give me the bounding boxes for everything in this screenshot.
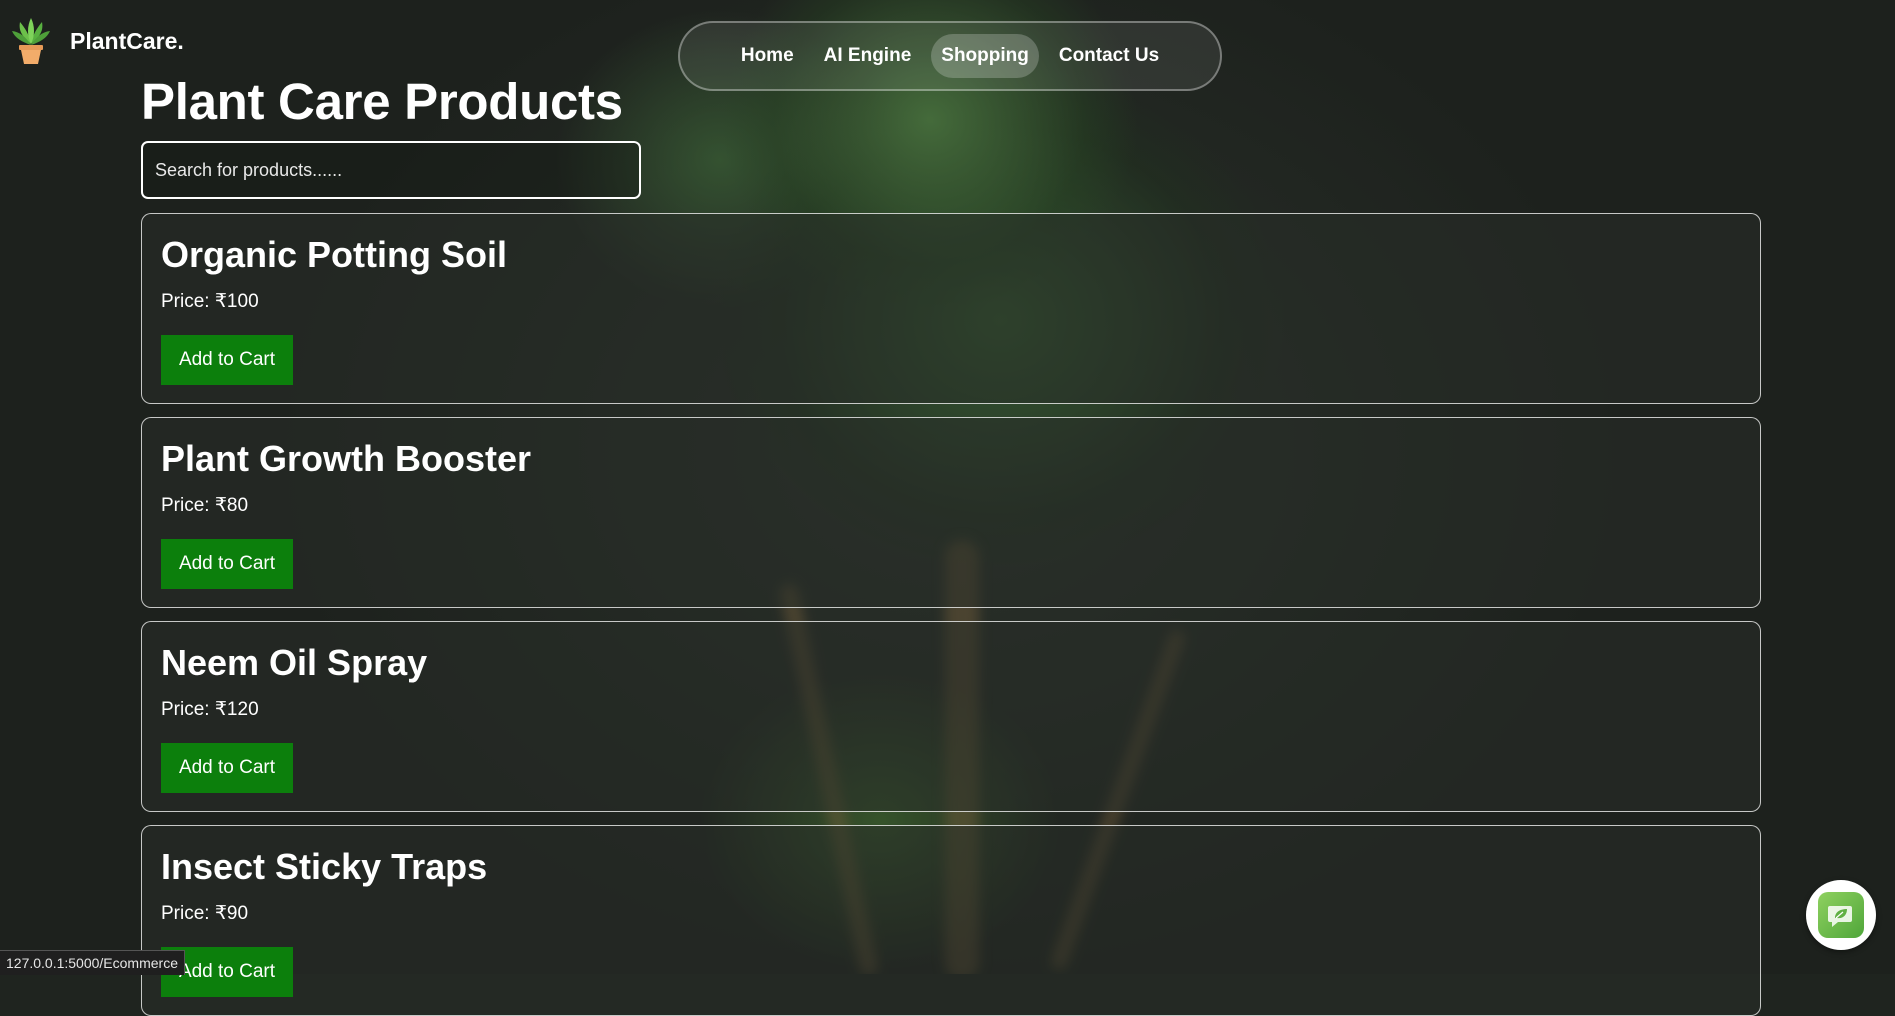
status-bar-url: 127.0.0.1:5000/Ecommerce (0, 950, 185, 975)
product-name: Organic Potting Soil (161, 234, 508, 275)
product-card: Neem Oil Spray Price: ₹120 Add to Cart (141, 621, 1761, 812)
main-nav: Home AI Engine Shopping Contact Us (678, 21, 1222, 91)
brand-name: PlantCare. (70, 27, 184, 54)
nav-ai-engine[interactable]: AI Engine (814, 34, 922, 78)
product-price: Price: ₹100 (161, 291, 259, 312)
potted-plant-icon (10, 18, 52, 66)
product-price: Price: ₹90 (161, 903, 249, 924)
nav-shopping[interactable]: Shopping (931, 34, 1039, 78)
leaf-chat-icon (1818, 892, 1864, 938)
search-input[interactable] (141, 141, 641, 199)
product-name: Insect Sticky Traps (161, 846, 488, 887)
product-card: Plant Growth Booster Price: ₹80 Add to C… (141, 417, 1761, 608)
product-name: Plant Growth Booster (161, 438, 532, 479)
product-name: Neem Oil Spray (161, 642, 428, 683)
add-to-cart-button[interactable]: Add to Cart (161, 539, 293, 589)
product-card: Organic Potting Soil Price: ₹100 Add to … (141, 213, 1761, 404)
nav-home[interactable]: Home (731, 34, 804, 78)
product-price: Price: ₹80 (161, 495, 249, 516)
add-to-cart-button[interactable]: Add to Cart (161, 743, 293, 793)
page-title: Plant Care Products (141, 73, 623, 130)
product-card: Insect Sticky Traps Price: ₹90 Add to Ca… (141, 825, 1761, 1016)
product-price: Price: ₹120 (161, 699, 259, 720)
logo[interactable]: PlantCare. (10, 18, 184, 66)
chat-button[interactable] (1806, 880, 1876, 950)
add-to-cart-button[interactable]: Add to Cart (161, 335, 293, 385)
nav-contact-us[interactable]: Contact Us (1049, 34, 1169, 78)
